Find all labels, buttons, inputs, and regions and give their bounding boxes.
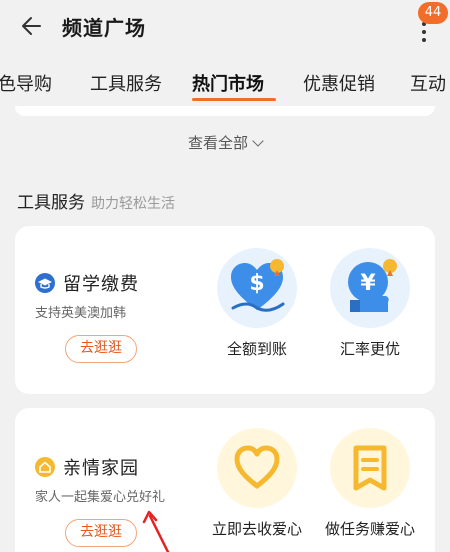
- annotation-arrow-icon: [142, 510, 170, 552]
- study-abroad-card: 留学缴费 支持英美澳加韩 去逛逛 $ 全额到账 ¥ 汇率更优: [15, 226, 435, 394]
- feature-label: 汇率更优: [339, 340, 400, 358]
- go-browse-button[interactable]: 去逛逛: [65, 335, 137, 363]
- card-info: 留学缴费 支持英美澳加韩 去逛逛: [35, 270, 205, 363]
- page-title: 频道广场: [62, 16, 146, 40]
- chevron-down-icon: [252, 135, 264, 147]
- section-title: 工具服务: [17, 193, 85, 213]
- feature-label: 立即去收爱心: [211, 520, 302, 538]
- channel-tabs: 色导购 工具服务 热门市场 优惠促销 互动: [0, 62, 450, 104]
- tab-promotions[interactable]: 优惠促销: [303, 70, 375, 96]
- view-all-label: 查看全部: [187, 134, 248, 152]
- card-description: 支持英美澳加韩: [35, 306, 127, 321]
- dollar-heart-icon: $: [217, 248, 297, 328]
- ribbon-list-icon: [330, 428, 410, 508]
- active-tab-indicator: [192, 98, 276, 101]
- notification-badge: 44: [418, 2, 448, 24]
- top-bar: 频道广场 44: [0, 0, 450, 50]
- view-all-button[interactable]: 查看全部: [0, 132, 450, 153]
- svg-text:$: $: [249, 271, 264, 296]
- card-title: 留学缴费: [63, 274, 139, 295]
- feature-full-amount[interactable]: $ 全额到账: [207, 248, 307, 359]
- tab-hot-market[interactable]: 热门市场: [192, 70, 264, 96]
- card-description: 家人一起集爱心兑好礼: [35, 490, 166, 505]
- tab-interactive[interactable]: 互动: [410, 70, 446, 96]
- feature-label: 做任务赚爱心: [324, 520, 415, 538]
- family-home-card: 亲情家园 家人一起集爱心兑好礼 去逛逛 立即去收爱心 做任务赚爱心: [15, 408, 435, 552]
- card-title: 亲情家园: [63, 458, 139, 479]
- go-browse-button[interactable]: 去逛逛: [65, 519, 137, 547]
- tab-tools[interactable]: 工具服务: [90, 70, 162, 96]
- back-arrow-icon[interactable]: [18, 11, 48, 41]
- yen-like-icon: ¥: [330, 248, 410, 328]
- home-badge-icon: [35, 457, 55, 477]
- previous-card-edge: [15, 106, 435, 116]
- feature-earn-love[interactable]: 做任务赚爱心: [320, 428, 420, 539]
- feature-label: 全额到账: [226, 340, 287, 358]
- tab-guide[interactable]: 色导购: [0, 70, 52, 96]
- graduation-cap-icon: [35, 273, 55, 293]
- section-header: 工具服务 助力轻松生活: [17, 188, 175, 213]
- feature-collect-love[interactable]: 立即去收爱心: [207, 428, 307, 539]
- svg-text:¥: ¥: [360, 271, 376, 296]
- feature-better-rate[interactable]: ¥ 汇率更优: [320, 248, 420, 359]
- section-subtitle: 助力轻松生活: [91, 196, 175, 212]
- heart-outline-icon: [217, 428, 297, 508]
